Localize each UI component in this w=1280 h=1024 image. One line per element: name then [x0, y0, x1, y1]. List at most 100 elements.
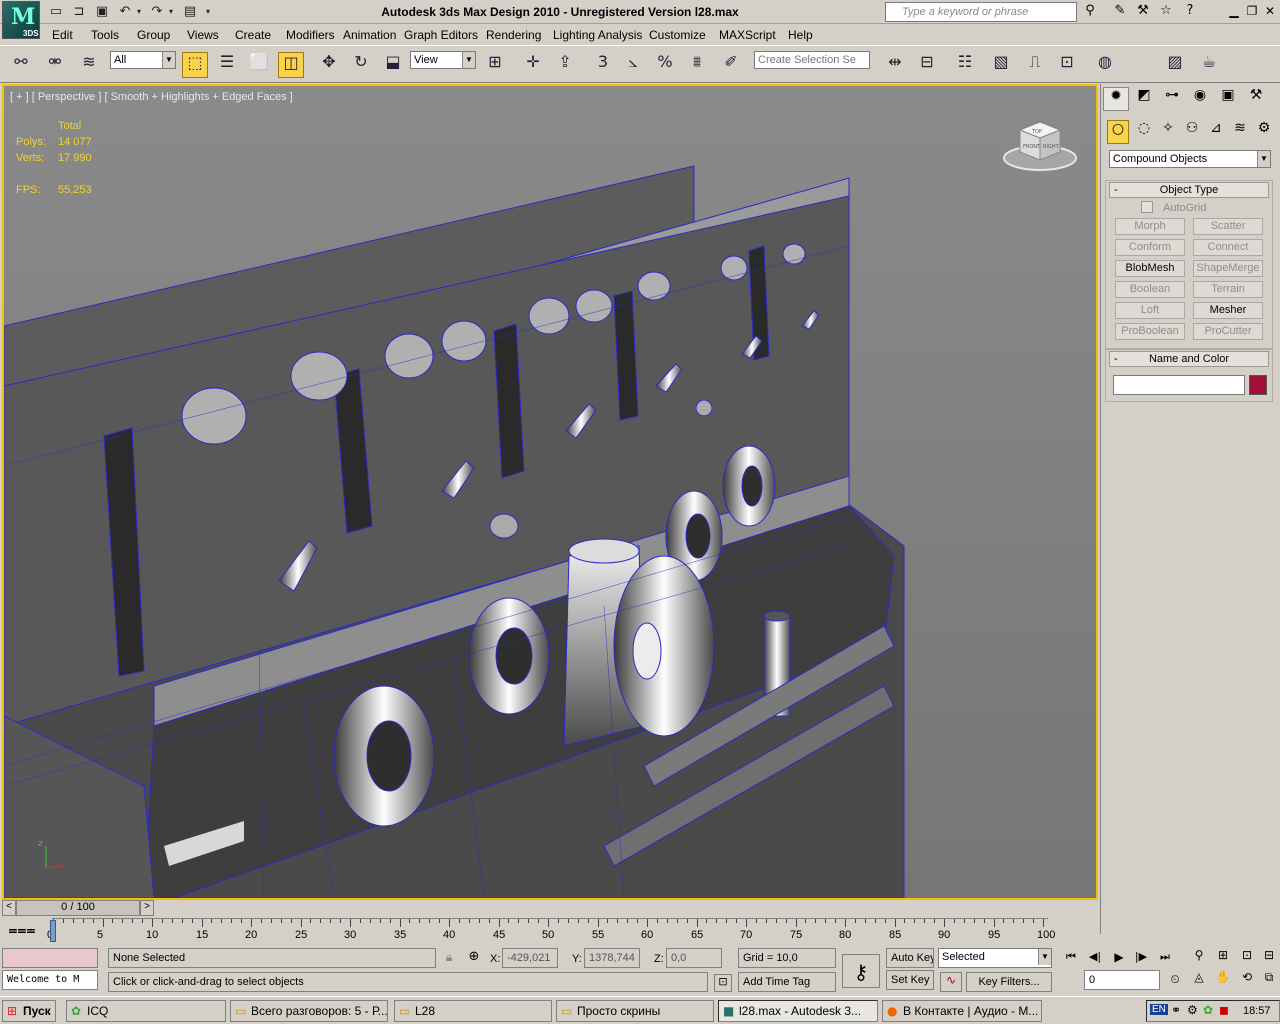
absolute-mode-transform-icon[interactable]: ⊕ [464, 949, 484, 969]
mesher-button[interactable]: Mesher [1193, 302, 1263, 319]
terrain-button[interactable]: Terrain [1193, 281, 1263, 298]
reference-coordinate-dropdown[interactable]: View ▼ [410, 51, 476, 69]
material-editor-icon[interactable]: ◍ [1092, 52, 1118, 78]
tray-icq-icon[interactable]: ✿ [1203, 1003, 1213, 1017]
default-in-out-tangent-icon[interactable]: ∿ [940, 972, 962, 992]
key-mode-dropdown[interactable]: Selected ▼ [938, 948, 1052, 968]
connect-button[interactable]: Connect [1193, 239, 1263, 256]
menu-animation[interactable]: Animation [343, 28, 396, 42]
object-category-dropdown[interactable]: Compound Objects ▼ [1109, 150, 1271, 168]
render-teapot-icon[interactable]: ☕ [1196, 52, 1222, 78]
tray-network-icon[interactable]: ⚭ [1171, 1003, 1181, 1017]
favorites-star-icon[interactable]: ☆ [1156, 3, 1176, 21]
conform-button[interactable]: Conform [1115, 239, 1185, 256]
select-and-rotate-icon[interactable]: ↻ [348, 52, 374, 78]
helpers-icon[interactable]: ⊿ [1205, 120, 1227, 144]
shapemerge-button[interactable]: ShapeMerge [1193, 260, 1263, 277]
undo-icon[interactable]: ↶ [116, 3, 134, 20]
geometry-icon[interactable]: ○ [1107, 120, 1129, 144]
zoom-extents-icon[interactable]: ⊡ [1236, 948, 1258, 968]
shapes-icon[interactable]: ◌ [1133, 120, 1155, 144]
rectangular-selection-icon[interactable]: ⬜ [246, 52, 272, 78]
selection-filter-dropdown[interactable]: All ▼ [110, 51, 176, 69]
time-configuration-icon[interactable]: ⏲ [1164, 972, 1186, 990]
help-icon[interactable]: ? [1180, 3, 1200, 21]
blobmesh-button[interactable]: BlobMesh [1115, 260, 1185, 277]
edit-named-selection-icon[interactable]: ✐ [718, 52, 744, 78]
time-slider-next-button[interactable]: > [140, 900, 154, 916]
menu-graph-editors[interactable]: Graph Editors [404, 28, 478, 42]
orbit-icon[interactable]: ⟲ [1236, 970, 1258, 990]
language-indicator[interactable]: EN [1150, 1004, 1168, 1015]
zoom-extents-all-icon[interactable]: ⊟ [1258, 948, 1280, 968]
save-file-icon[interactable]: ▣ [93, 3, 111, 20]
angle-snap-icon[interactable]: ⦣ [620, 52, 646, 78]
curve-editor-icon[interactable]: ⎍ [1022, 52, 1048, 78]
time-slider-prev-button[interactable]: < [2, 900, 16, 916]
procutter-button[interactable]: ProCutter [1193, 323, 1263, 340]
menu-create[interactable]: Create [235, 28, 271, 42]
key-filters-button[interactable]: Key Filters... [966, 972, 1052, 992]
minimize-icon[interactable]: ▁ [1226, 4, 1242, 20]
hierarchy-tab-icon[interactable]: ⊶ [1159, 87, 1185, 111]
start-button[interactable]: ⊞ Пуск [2, 1000, 56, 1022]
pan-view-icon[interactable]: ✋ [1212, 970, 1234, 990]
maxscript-listener-pink[interactable] [2, 948, 98, 968]
redo-icon[interactable]: ↷ [148, 3, 166, 20]
maxscript-mini-listener[interactable]: Welcome to M [2, 970, 98, 990]
application-button[interactable]: M 3DS [2, 1, 40, 39]
set-key-button[interactable]: Set Key [886, 970, 934, 990]
binoculars-search-icon[interactable]: ⚲ [1080, 3, 1100, 21]
graphite-modeling-icon[interactable]: ▧ [988, 52, 1014, 78]
mini-curve-editor-icon[interactable]: ⩶ [8, 920, 36, 942]
infocenter-search-input[interactable]: Type a keyword or phrase [885, 2, 1077, 22]
play-icon[interactable]: ▶ [1108, 950, 1130, 966]
object-name-input[interactable] [1113, 375, 1245, 395]
select-and-manipulate-icon[interactable]: ✛ [520, 52, 546, 78]
modify-tab-icon[interactable]: ◩ [1131, 87, 1157, 111]
name-and-color-rollout-header[interactable]: - Name and Color [1109, 351, 1269, 367]
go-to-end-icon[interactable]: ⏭ [1154, 950, 1176, 966]
menu-views[interactable]: Views [187, 28, 219, 42]
proboolean-button[interactable]: ProBoolean [1115, 323, 1185, 340]
quick-access-dropdown-icon[interactable]: ▾ [202, 3, 214, 20]
taskbar-item-browser[interactable]: ● В Контакте | Аудио - M... [882, 1000, 1042, 1022]
align-icon[interactable]: ⊟ [914, 52, 940, 78]
perspective-viewport[interactable]: z [ + ] [ Perspective ] [ Smooth + Highl… [2, 84, 1098, 900]
select-and-scale-icon[interactable]: ⬓ [380, 52, 406, 78]
menu-tools[interactable]: Tools [91, 28, 119, 42]
open-file-icon[interactable]: ⊐ [70, 3, 88, 20]
select-object-icon[interactable]: ⬚ [182, 52, 208, 78]
selection-lock-icon[interactable]: 🔒︎ [440, 950, 458, 968]
taskbar-item-conversations[interactable]: ▭ Всего разговоров: 5 - Р... [230, 1000, 388, 1022]
unlink-selection-icon[interactable]: ⚮ [42, 52, 68, 78]
viewport-label[interactable]: [ + ] [ Perspective ] [ Smooth + Highlig… [10, 91, 293, 103]
morph-button[interactable]: Morph [1115, 218, 1185, 235]
layer-manager-icon[interactable]: ☷ [952, 52, 978, 78]
percent-snap-toggle[interactable]: % [652, 52, 678, 78]
menu-lighting-analysis[interactable]: Lighting Analysis [553, 28, 642, 42]
time-tag-icon[interactable]: ⊡ [714, 974, 732, 992]
motion-tab-icon[interactable]: ◉ [1187, 87, 1213, 111]
named-selection-set-input[interactable]: Create Selection Se [754, 51, 870, 69]
new-file-icon[interactable]: ▭ [47, 3, 65, 20]
menu-help[interactable]: Help [788, 28, 813, 42]
tray-tool-icon[interactable]: ⚙ [1187, 1003, 1198, 1017]
current-frame-field[interactable]: 0 [1084, 970, 1160, 990]
menu-edit[interactable]: Edit [52, 28, 73, 42]
render-setup-icon[interactable]: ▨ [1162, 52, 1188, 78]
mirror-icon[interactable]: ⇹ [882, 52, 908, 78]
space-warps-icon[interactable]: ≋ [1229, 120, 1251, 144]
z-coordinate-field[interactable]: 0,0 [666, 948, 722, 968]
taskbar-item-icq[interactable]: ✿ ICQ [66, 1000, 226, 1022]
field-of-view-icon[interactable]: ◬ [1188, 970, 1210, 990]
track-bar-ruler[interactable]: 0510152025303540455055606570758085909510… [47, 918, 1055, 942]
boolean-button[interactable]: Boolean [1115, 281, 1185, 298]
select-by-name-icon[interactable]: ☰ [214, 52, 240, 78]
bind-to-space-warp-icon[interactable]: ≋ [76, 52, 102, 78]
taskbar-item-screenshots-folder[interactable]: ▭ Просто скрины [556, 1000, 714, 1022]
restore-icon[interactable]: ❐ [1244, 4, 1260, 20]
menu-modifiers[interactable]: Modifiers [286, 28, 335, 42]
viewcube[interactable]: TOP FRONT RIGHT [1002, 118, 1078, 177]
schematic-view-icon[interactable]: ⊡ [1054, 52, 1080, 78]
